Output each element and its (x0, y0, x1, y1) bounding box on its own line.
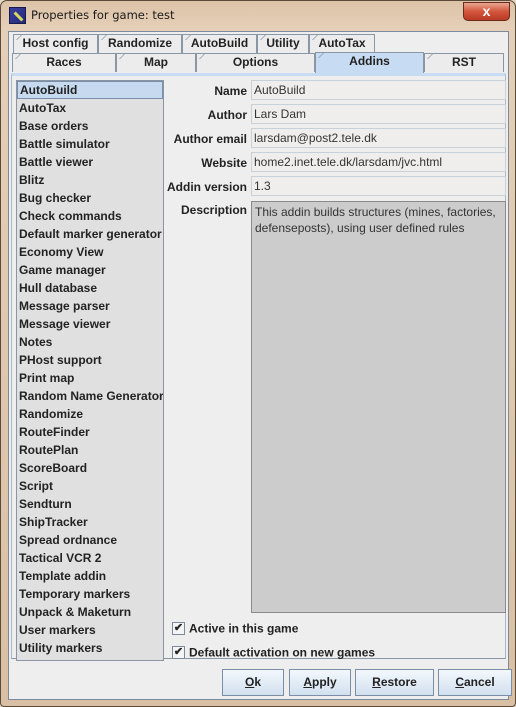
tab-autotax[interactable]: AutoTax (309, 34, 375, 53)
dialog-body: Host config Randomize AutoBuild Utility … (8, 31, 512, 700)
tab-races[interactable]: Races (12, 53, 116, 72)
addin-version-field[interactable]: 1.3 (251, 176, 506, 196)
list-item[interactable]: Base orders (17, 117, 163, 135)
list-item[interactable]: Spread ordnance (17, 531, 163, 549)
ok-button[interactable]: Ok (222, 669, 284, 696)
addins-panel: AutoBuild AutoTax Base orders Battle simula… (11, 73, 506, 661)
author-field[interactable]: Lars Dam (251, 104, 506, 124)
tab-rst[interactable]: RST (424, 53, 504, 72)
list-item[interactable]: Message parser (17, 297, 163, 315)
list-item[interactable]: Script (17, 477, 163, 495)
list-item[interactable]: Default marker generator (17, 225, 163, 243)
check-icon[interactable]: ✔ (172, 646, 185, 660)
list-item[interactable]: Template addin (17, 567, 163, 585)
restore-label: estore (380, 675, 417, 689)
window-title: Properties for game: test (31, 8, 175, 22)
apply-mnemonic: A (303, 675, 312, 689)
tab-host-config[interactable]: Host config (13, 34, 98, 53)
ok-mnemonic: O (244, 675, 255, 689)
check-icon[interactable]: ✔ (172, 622, 185, 636)
addin-list[interactable]: AutoBuild AutoTax Base orders Battle simula… (16, 80, 164, 661)
tab-map[interactable]: Map (116, 53, 196, 72)
list-item[interactable]: Battle viewer (17, 153, 163, 171)
tab-utility[interactable]: Utility (257, 34, 309, 53)
tab-autobuild[interactable]: AutoBuild (182, 34, 257, 53)
default-activation-checkbox[interactable]: ✔ Default activation on new games (172, 645, 375, 661)
restore-button[interactable]: Restore (355, 669, 434, 696)
list-item[interactable]: Battle simulator (17, 135, 163, 153)
list-item[interactable]: User markers (17, 621, 163, 639)
apply-button[interactable]: Apply (289, 669, 351, 696)
addin-version-label: Addin version (167, 180, 248, 194)
list-item[interactable]: ScoreBoard (17, 459, 163, 477)
cancel-label: ancel (463, 675, 495, 689)
name-field[interactable]: AutoBuild (251, 80, 506, 100)
name-label: Name (214, 84, 247, 98)
list-item[interactable]: Randomize (17, 405, 163, 423)
list-item[interactable]: Check commands (17, 207, 163, 225)
close-button[interactable]: x (463, 2, 510, 21)
description-text[interactable]: This addin builds structures (mines, fac… (251, 201, 506, 613)
cancel-mnemonic: C (455, 675, 464, 689)
list-item[interactable]: Unpack & Maketurn (17, 603, 163, 621)
list-item[interactable]: AutoTax (17, 99, 163, 117)
list-item[interactable]: Random Name Generator (17, 387, 163, 405)
author-label: Author (207, 108, 247, 122)
author-email-field[interactable]: larsdam@post2.tele.dk (251, 128, 506, 148)
list-item[interactable]: PHost support (17, 351, 163, 369)
tab-addins[interactable]: Addins (315, 52, 424, 73)
properties-window: Properties for game: test x Host config … (0, 0, 516, 707)
active-in-game-checkbox[interactable]: ✔ Active in this game (172, 621, 298, 637)
apply-label: pply (312, 675, 337, 689)
restore-mnemonic: R (372, 675, 381, 689)
cancel-button[interactable]: Cancel (438, 669, 512, 696)
list-item[interactable]: RouteFinder (17, 423, 163, 441)
list-item[interactable]: Bug checker (17, 189, 163, 207)
website-field[interactable]: home2.inet.tele.dk/larsdam/jvc.html (251, 152, 506, 172)
list-item[interactable]: Utility markers (17, 639, 163, 657)
list-item[interactable]: Economy View (17, 243, 163, 261)
list-item[interactable]: AutoBuild (17, 81, 163, 99)
description-label: Description (180, 203, 247, 217)
list-item[interactable]: Print map (17, 369, 163, 387)
list-item[interactable]: Message viewer (17, 315, 163, 333)
list-item[interactable]: RoutePlan (17, 441, 163, 459)
ok-label: k (254, 675, 262, 689)
list-item[interactable]: Sendturn (17, 495, 163, 513)
tab-randomize[interactable]: Randomize (98, 34, 182, 53)
list-item[interactable]: Blitz (17, 171, 163, 189)
app-icon (9, 7, 26, 24)
tab-options[interactable]: Options (196, 53, 315, 72)
author-email-label: Author email (173, 132, 247, 146)
list-item[interactable]: Tactical VCR 2 (17, 549, 163, 567)
list-item[interactable]: Hull database (17, 279, 163, 297)
close-icon: x (482, 3, 491, 19)
list-item[interactable]: Notes (17, 333, 163, 351)
default-activation-label: Default activation on new games (189, 645, 376, 660)
active-in-game-label: Active in this game (189, 621, 299, 636)
list-item[interactable]: ShipTracker (17, 513, 163, 531)
list-item[interactable]: Game manager (17, 261, 163, 279)
title-bar[interactable]: Properties for game: test x (1, 1, 515, 31)
website-label: Website (201, 156, 247, 170)
list-item[interactable]: Temporary markers (17, 585, 163, 603)
